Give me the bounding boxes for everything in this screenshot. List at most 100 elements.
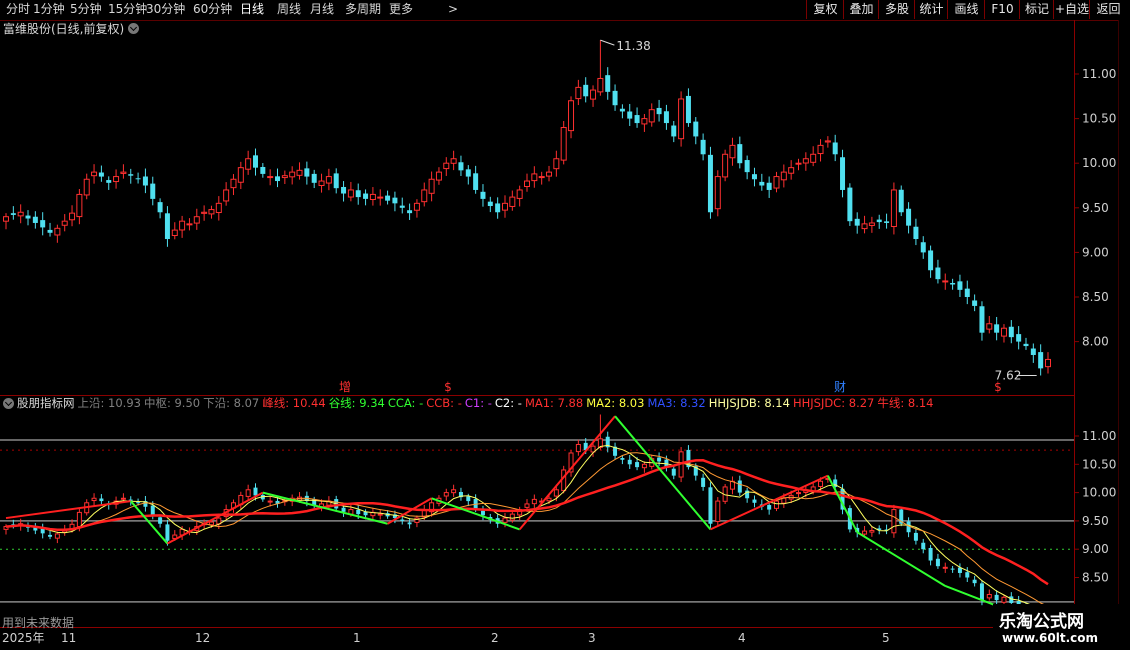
candle-body-63 bbox=[465, 169, 471, 177]
candle-body-29 bbox=[215, 202, 222, 214]
ind-body-106 bbox=[781, 497, 787, 504]
candle-body-105 bbox=[773, 176, 780, 189]
indicator-item-12: HHJSJDB: 8.14 bbox=[708, 396, 790, 410]
candle-body-107 bbox=[788, 167, 795, 174]
ind-body-61 bbox=[451, 489, 457, 494]
candle-body-136 bbox=[1000, 327, 1007, 337]
event-marker-1: $ bbox=[444, 380, 452, 394]
xaxis-label-7: 5 bbox=[882, 631, 890, 645]
ind-body-21 bbox=[158, 517, 163, 524]
ind-body-78 bbox=[575, 443, 581, 453]
candle-body-88 bbox=[648, 109, 655, 123]
candle-body-15 bbox=[113, 176, 120, 183]
candle-body-138 bbox=[1016, 334, 1022, 342]
candle-body-26 bbox=[193, 216, 200, 224]
ind-body-6 bbox=[48, 534, 53, 537]
ind-body-102 bbox=[752, 499, 757, 503]
candle-body-79 bbox=[583, 84, 589, 97]
kline-chart[interactable]: 11.0010.5010.009.509.008.508.0011.387.62… bbox=[0, 0, 1130, 650]
candle-body-90 bbox=[663, 111, 669, 124]
ind-body-100 bbox=[737, 480, 742, 493]
candle-body-76 bbox=[560, 127, 567, 161]
candle-body-68 bbox=[501, 202, 508, 211]
candle-body-109 bbox=[802, 158, 809, 164]
candle-body-119 bbox=[876, 219, 882, 223]
indicator-item-7: C1: - bbox=[464, 396, 492, 410]
candle-body-142 bbox=[1045, 358, 1051, 368]
candle-body-10 bbox=[76, 193, 83, 218]
candle-body-121 bbox=[890, 189, 897, 228]
candle-body-36 bbox=[267, 176, 274, 179]
ind-body-87 bbox=[641, 463, 647, 469]
ind-body-68 bbox=[502, 517, 508, 523]
candle-body-23 bbox=[171, 229, 178, 237]
candle-body-73 bbox=[538, 176, 545, 179]
candle-body-84 bbox=[619, 108, 625, 112]
watermark-url: www.60lt.com bbox=[1002, 631, 1099, 645]
indicator-title: 股朋指标网 bbox=[17, 396, 75, 410]
ind-body-65 bbox=[480, 510, 485, 516]
candle-body-74 bbox=[546, 171, 553, 177]
candle-body-37 bbox=[275, 176, 281, 182]
candle-body-128 bbox=[942, 280, 949, 283]
candle-body-78 bbox=[575, 86, 582, 100]
candle-body-59 bbox=[435, 171, 442, 181]
candle-body-17 bbox=[128, 174, 134, 176]
ind-body-75 bbox=[553, 489, 559, 497]
candle-body-92 bbox=[678, 98, 685, 140]
xaxis-label-6: 4 bbox=[738, 631, 746, 645]
high-label: 11.38 bbox=[616, 39, 650, 53]
candle-body-50 bbox=[369, 193, 376, 201]
ind-body-127 bbox=[935, 558, 940, 567]
ind-body-54 bbox=[400, 519, 405, 521]
indicator-item-11: MA3: 8.32 bbox=[647, 396, 706, 410]
candle-body-5 bbox=[40, 220, 46, 228]
zigzag-seg-0 bbox=[5, 500, 131, 520]
ind-body-124 bbox=[913, 532, 918, 541]
candle-body-61 bbox=[450, 158, 457, 164]
ind-ylabel-3: 9.50 bbox=[1082, 514, 1109, 528]
ind-body-7 bbox=[54, 533, 60, 539]
ind-body-33 bbox=[245, 489, 251, 497]
candle-body-106 bbox=[780, 171, 787, 181]
candle-body-45 bbox=[333, 173, 339, 189]
ind-ylabel-1: 10.50 bbox=[1082, 457, 1116, 471]
candle-body-35 bbox=[260, 166, 266, 174]
candle-body-137 bbox=[1008, 326, 1014, 338]
candle-body-75 bbox=[553, 158, 560, 170]
candle-body-87 bbox=[641, 118, 648, 125]
candle-body-80 bbox=[590, 89, 597, 100]
candle-body-53 bbox=[392, 197, 398, 204]
candle-body-33 bbox=[245, 158, 252, 170]
indicator-item-14: 牛线: 8.14 bbox=[877, 396, 934, 410]
ind-body-117 bbox=[862, 530, 868, 535]
ind-body-128 bbox=[942, 566, 948, 569]
main-ylabel-3: 9.50 bbox=[1082, 201, 1109, 215]
ind-ylabel-0: 11.00 bbox=[1082, 429, 1116, 443]
main-ylabel-1: 10.50 bbox=[1082, 112, 1116, 126]
indicator-chevron-down-icon[interactable] bbox=[3, 398, 14, 409]
candle-body-4 bbox=[32, 216, 38, 223]
ind-body-48 bbox=[356, 509, 361, 515]
candle-body-2 bbox=[17, 211, 24, 217]
ind-body-13 bbox=[99, 498, 104, 502]
candle-body-99 bbox=[729, 144, 736, 159]
candle-body-101 bbox=[744, 160, 750, 173]
watermark-title: 乐淘公式网 bbox=[999, 612, 1084, 632]
candle-body-52 bbox=[385, 195, 391, 201]
xaxis-label-0: 2025年 bbox=[2, 631, 45, 645]
ind-body-108 bbox=[796, 492, 802, 495]
candle-body-98 bbox=[722, 153, 729, 178]
candle-body-124 bbox=[913, 226, 919, 240]
ind-body-84 bbox=[620, 458, 625, 460]
ind-body-36 bbox=[267, 500, 273, 503]
candle-body-134 bbox=[986, 323, 993, 330]
candle-body-1 bbox=[10, 213, 16, 215]
candle-body-83 bbox=[612, 90, 618, 106]
candle-body-108 bbox=[795, 162, 802, 165]
candle-body-30 bbox=[223, 189, 230, 202]
ind-body-85 bbox=[627, 459, 632, 465]
main-ylabel-6: 8.00 bbox=[1082, 335, 1109, 349]
ind-body-72 bbox=[531, 498, 537, 505]
candle-body-126 bbox=[928, 250, 934, 271]
